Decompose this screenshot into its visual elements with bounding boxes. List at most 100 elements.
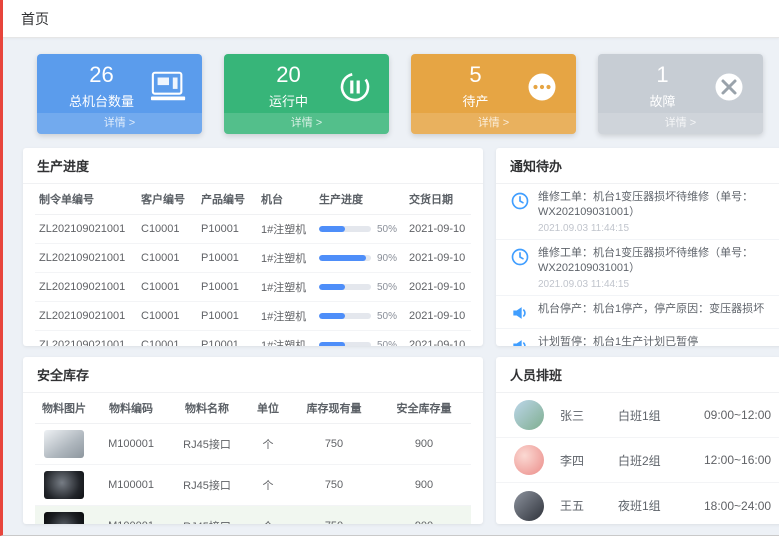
cell-product: P10001 [197,215,257,244]
cell-date: 2021-09-10 [405,273,471,302]
cell-customer: C10001 [137,244,197,273]
table-row: M100001 RJ45接口 个 750 900 [35,424,471,465]
clock-icon [510,247,530,267]
notification-item[interactable]: 维修工单：机台1变压器损坏待维修（单号：WX202109031001） 2021… [496,184,779,240]
speaker-icon [510,336,530,346]
stat-card-info: 1 故障 [614,63,711,109]
detail-link[interactable]: 详情 > [598,113,763,134]
column-header: 产品编号 [197,184,257,215]
stat-label: 总机台数量 [53,91,150,110]
cell-product: P10001 [197,302,257,331]
staff-row: 张三 白班1组 09:00~12:00 [496,393,779,438]
progress-bar: 50% [319,311,401,322]
progress-bar: 50% [319,282,401,293]
staff-row: 王五 夜班1组 18:00~24:00 [496,483,779,524]
cell-code: M100001 [93,465,169,506]
cell-name: RJ45接口 [169,465,245,506]
cell-machine: 1#注塑机 [257,215,315,244]
cell-progress: 50% [315,215,405,244]
stat-card-waiting[interactable]: 5 待产 详情 > [411,54,576,134]
table-row: M100001 RJ45接口 个 750 900 [35,506,471,525]
staff-name: 张三 [560,407,618,424]
notification-item[interactable]: 计划暂停：机台1生产计划已暂停 2021.09.03 11:44:15 [496,329,779,346]
notification-content: 维修工单：机台1变压器损坏待维修（单号：WX202109031001） 2021… [538,246,779,290]
stat-value: 5 [427,63,524,87]
stat-value: 26 [53,63,150,87]
notification-item[interactable]: 机台停产：机台1停产，停产原因：变压器损坏 [496,296,779,329]
progress-fill [319,284,345,290]
cell-code: M100001 [93,424,169,465]
cell-machine: 1#注塑机 [257,331,315,347]
avatar [514,445,544,475]
panel-title: 生产进度 [23,148,483,184]
panel-title: 通知待办 [496,148,779,184]
stat-card-info: 20 运行中 [240,63,337,109]
detail-link[interactable]: 详情 > [224,113,389,134]
staff-shift: 夜班1组 [618,497,704,514]
detail-link[interactable]: 详情 > [411,113,576,134]
cell-machine: 1#注塑机 [257,302,315,331]
progress-track [319,226,371,232]
stat-card-total-machines[interactable]: 26 总机台数量 详情 > [37,54,202,134]
cell-stock: 750 [291,424,377,465]
progress-track [319,284,371,290]
progress-fill [319,226,345,232]
notification-text: 维修工单：机台1变压器损坏待维修（单号：WX202109031001） [538,246,779,277]
column-header: 物料图片 [35,393,93,424]
column-header: 机台 [257,184,315,215]
cell-name: RJ45接口 [169,424,245,465]
fault-icon [711,69,749,105]
stat-card-running[interactable]: 20 运行中 详情 > [224,54,389,134]
notification-content: 机台停产：机台1停产，停产原因：变压器损坏 [538,302,764,323]
cell-unit: 个 [245,424,291,465]
cell-safety: 900 [377,465,471,506]
running-icon [337,69,375,105]
column-header: 生产进度 [315,184,405,215]
table-row: ZL202109021001 C10001 P10001 1#注塑机 50% 2… [35,302,471,331]
notification-time: 2021.09.03 11:44:15 [538,223,779,234]
column-header: 单位 [245,393,291,424]
progress-bar: 50% [319,340,401,347]
progress-label: 50% [377,282,397,293]
cell-order: ZL202109021001 [35,331,137,347]
progress-label: 50% [377,311,397,322]
production-table: 制令单编号 客户编号 产品编号 机台 生产进度 交货日期 ZL202109021… [35,184,471,346]
progress-fill [319,342,345,346]
detail-link[interactable]: 详情 > [37,113,202,134]
cell-product: P10001 [197,273,257,302]
notifications-panel: 通知待办 维修工单：机台1变压器损坏待维修（单号：WX202109031001）… [496,148,779,346]
cell-progress: 90% [315,244,405,273]
cell-customer: C10001 [137,331,197,347]
table-header-row: 制令单编号 客户编号 产品编号 机台 生产进度 交货日期 [35,184,471,215]
cell-date: 2021-09-10 [405,302,471,331]
progress-fill [319,313,345,319]
progress-label: 90% [377,253,397,264]
cell-machine: 1#注塑机 [257,244,315,273]
production-progress-panel: 生产进度 制令单编号 客户编号 产品编号 机台 生产进度 交货日期 ZL2021 [23,148,483,346]
stat-card-body: 5 待产 [411,54,576,113]
stat-cards-row: 26 总机台数量 详情 > 20 运行中 [3,38,779,134]
stat-value: 20 [240,63,337,87]
progress-bar: 90% [319,253,401,264]
staff-name: 李四 [560,452,618,469]
notification-content: 维修工单：机台1变压器损坏待维修（单号：WX202109031001） 2021… [538,190,779,234]
cell-order: ZL202109021001 [35,244,137,273]
stat-card-fault[interactable]: 1 故障 详情 > [598,54,763,134]
notification-time: 2021.09.03 11:44:15 [538,279,779,290]
table-header-row: 物料图片 物料编码 物料名称 单位 库存现有量 安全库存量 [35,393,471,424]
progress-fill [319,255,366,261]
progress-track [319,342,371,346]
stat-label: 待产 [427,91,524,110]
cell-code: M100001 [93,506,169,525]
column-header: 库存现有量 [291,393,377,424]
progress-label: 50% [377,340,397,347]
cell-date: 2021-09-10 [405,331,471,347]
notification-item[interactable]: 维修工单：机台1变压器损坏待维修（单号：WX202109031001） 2021… [496,240,779,296]
cell-name: RJ45接口 [169,506,245,525]
column-header: 客户编号 [137,184,197,215]
avatar [514,491,544,521]
stat-card-body: 20 运行中 [224,54,389,113]
notification-text: 机台停产：机台1停产，停产原因：变压器损坏 [538,302,764,317]
staff-time: 09:00~12:00 [704,408,779,422]
tab-home[interactable]: 首页 [21,9,49,29]
